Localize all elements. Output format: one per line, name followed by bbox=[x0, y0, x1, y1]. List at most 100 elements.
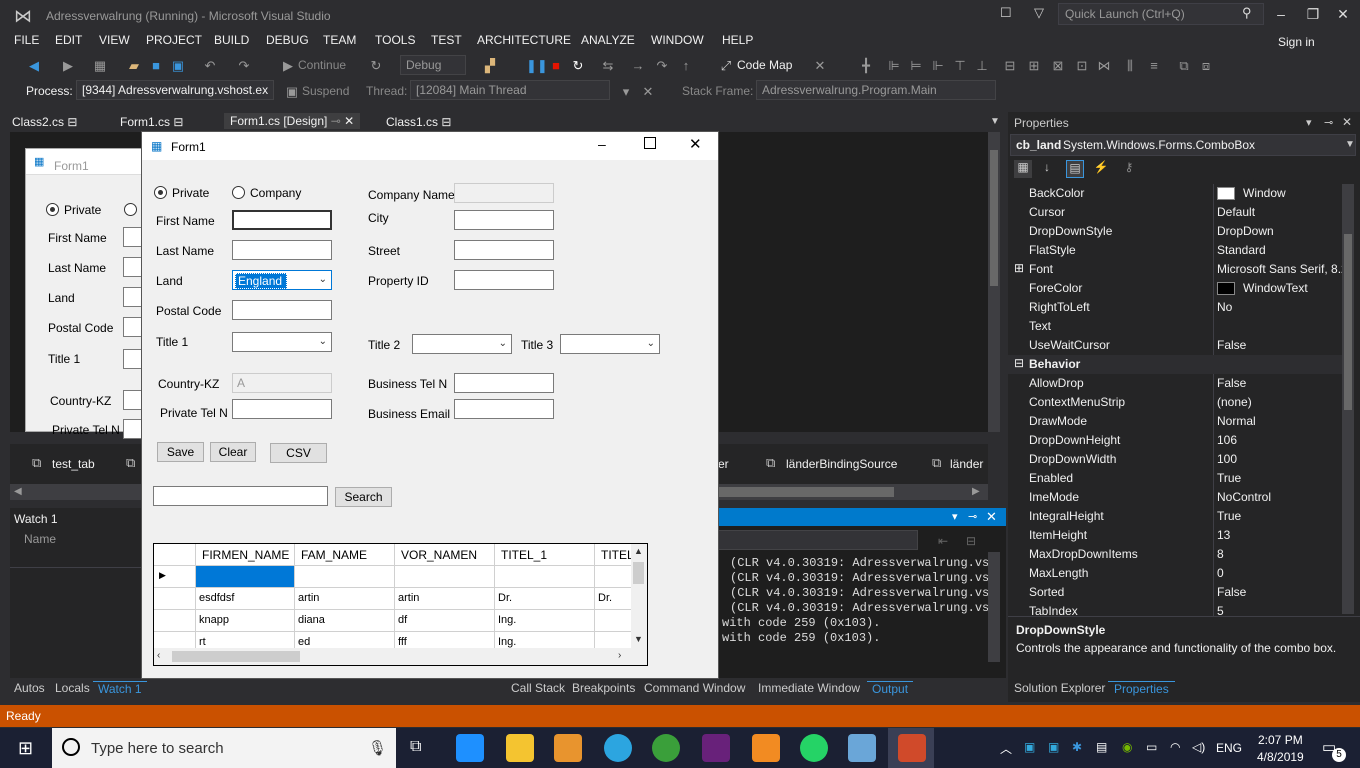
property-row[interactable]: Sorted False bbox=[1008, 583, 1346, 602]
property-value[interactable]: False bbox=[1217, 585, 1246, 599]
close-tab-icon[interactable]: ✕ bbox=[344, 114, 354, 128]
pin-icon[interactable]: ⊸ bbox=[968, 510, 977, 523]
menu-test[interactable]: TEST bbox=[431, 33, 462, 47]
properties-scroll-thumb[interactable] bbox=[1344, 234, 1352, 410]
column-header[interactable]: FAM_NAME bbox=[295, 544, 395, 566]
title2-combo[interactable]: ⌄ bbox=[412, 334, 512, 354]
column-header[interactable]: FIRMEN_NAME bbox=[196, 544, 295, 566]
suspend-button[interactable]: Suspend bbox=[302, 84, 349, 98]
output-toolbar-icon[interactable]: ⇤ bbox=[938, 534, 948, 548]
table-cell[interactable]: artin bbox=[295, 588, 395, 610]
business-tel-input[interactable] bbox=[454, 373, 554, 393]
step-over-icon[interactable]: ↷ bbox=[654, 58, 670, 74]
scroll-left-icon[interactable]: ◀ bbox=[14, 486, 22, 497]
categorized-icon[interactable]: ▦ bbox=[1014, 160, 1032, 178]
collapse-icon[interactable]: ⊟ bbox=[1014, 356, 1024, 370]
property-value[interactable]: 100 bbox=[1217, 452, 1237, 466]
output-vscrollbar[interactable] bbox=[988, 552, 1000, 662]
code-map-button[interactable]: Code Map bbox=[737, 58, 792, 72]
property-value[interactable]: DropDown bbox=[1217, 224, 1274, 238]
maximize-icon[interactable] bbox=[644, 137, 656, 149]
table-cell[interactable]: Dr. bbox=[495, 588, 595, 610]
scroll-up-icon[interactable]: ▲ bbox=[634, 546, 643, 556]
clock-time[interactable]: 2:07 PM bbox=[1258, 733, 1303, 747]
tab-immediate-window[interactable]: Immediate Window bbox=[758, 681, 860, 695]
table-cell[interactable]: artin bbox=[395, 588, 495, 610]
radio-private[interactable] bbox=[46, 203, 59, 216]
property-row[interactable]: AllowDrop False bbox=[1008, 374, 1346, 393]
last-name-input[interactable] bbox=[232, 240, 332, 260]
grid-vscrollbar[interactable] bbox=[631, 544, 647, 648]
process-dropdown[interactable]: [9344] Adressverwalrung.vshost.ex bbox=[76, 80, 274, 100]
property-row[interactable]: ForeColor WindowText bbox=[1008, 279, 1346, 298]
show-next-statement-icon[interactable]: ⇆ bbox=[600, 58, 616, 74]
table-cell[interactable]: knapp bbox=[196, 610, 295, 632]
menu-tools[interactable]: TOOLS bbox=[375, 33, 415, 47]
component-laender-binding-source[interactable]: länderBindingSource bbox=[786, 457, 897, 471]
telegram-icon[interactable] bbox=[604, 734, 632, 762]
config-dropdown[interactable]: Debug bbox=[400, 55, 466, 75]
bluetooth-icon[interactable]: ✱ bbox=[1072, 740, 1082, 754]
company-radio-label[interactable]: Company bbox=[250, 186, 301, 200]
visual-studio-app-icon[interactable] bbox=[702, 734, 730, 762]
scroll-left-icon[interactable]: ‹ bbox=[157, 650, 160, 661]
menu-edit[interactable]: EDIT bbox=[55, 33, 82, 47]
column-header[interactable]: TITEL_1 bbox=[495, 544, 595, 566]
land-combo[interactable]: England ⌄ bbox=[232, 270, 332, 290]
property-value[interactable]: WindowText bbox=[1243, 281, 1308, 295]
stop-icon[interactable]: ■ bbox=[548, 58, 564, 74]
property-row[interactable]: ImeMode NoControl bbox=[1008, 488, 1346, 507]
tab-solution-explorer[interactable]: Solution Explorer bbox=[1014, 681, 1105, 695]
property-value[interactable]: Microsoft Sans Serif, 8.2 bbox=[1217, 262, 1348, 276]
battery-icon[interactable]: ▭ bbox=[1146, 740, 1157, 754]
pin-icon[interactable]: ⊸ bbox=[1324, 116, 1333, 129]
alphabetical-icon[interactable]: ↓ bbox=[1038, 160, 1056, 178]
bring-front-icon[interactable]: ⧉ bbox=[1176, 58, 1192, 74]
menu-architecture[interactable]: ARCHITECTURE bbox=[477, 33, 571, 47]
sign-in-link[interactable]: Sign in bbox=[1278, 35, 1315, 49]
menu-analyze[interactable]: ANALYZE bbox=[581, 33, 635, 47]
search-button[interactable]: Search bbox=[335, 487, 392, 507]
table-cell[interactable] bbox=[595, 566, 633, 588]
menu-file[interactable]: FILE bbox=[14, 33, 39, 47]
table-cell[interactable]: esdfdsf bbox=[196, 588, 295, 610]
company-name-input[interactable] bbox=[454, 183, 554, 203]
column-header[interactable]: VOR_NAMEN bbox=[395, 544, 495, 566]
hscroll-thumb[interactable] bbox=[718, 487, 894, 497]
property-value[interactable]: 106 bbox=[1217, 433, 1237, 447]
row-header[interactable] bbox=[154, 588, 196, 610]
tab-autos[interactable]: Autos bbox=[14, 681, 45, 695]
property-row[interactable]: Enabled True bbox=[1008, 469, 1346, 488]
property-value[interactable]: Normal bbox=[1217, 414, 1256, 428]
property-id-input[interactable] bbox=[454, 270, 554, 290]
tray-expand-icon[interactable]: ︿ bbox=[1000, 740, 1012, 757]
save-all-icon[interactable]: ▣ bbox=[170, 58, 186, 74]
property-row[interactable]: Text bbox=[1008, 317, 1346, 336]
property-row[interactable]: RightToLeft No bbox=[1008, 298, 1346, 317]
thread-filter-icon[interactable]: ✕ bbox=[640, 84, 656, 100]
size-both-icon[interactable]: ⊠ bbox=[1050, 58, 1066, 74]
whatsapp-icon[interactable] bbox=[800, 734, 828, 762]
private-radio-label[interactable]: Private bbox=[172, 186, 209, 200]
country-kz-input[interactable]: A bbox=[232, 373, 332, 393]
menu-debug[interactable]: DEBUG bbox=[266, 33, 309, 47]
code-map-icon[interactable]: ⤢ bbox=[718, 58, 734, 74]
windows-start-icon[interactable]: ⊞ bbox=[18, 738, 33, 759]
radio-company[interactable] bbox=[124, 203, 137, 216]
chevron-down-icon[interactable]: ⌄ bbox=[319, 336, 327, 347]
table-cell[interactable] bbox=[295, 566, 395, 588]
property-row[interactable]: DropDownStyle DropDown bbox=[1008, 222, 1346, 241]
task-view-icon[interactable]: ⧉ bbox=[410, 738, 421, 756]
step-out-icon[interactable]: ↑ bbox=[678, 58, 694, 74]
menu-build[interactable]: BUILD bbox=[214, 33, 249, 47]
suspend-icon[interactable]: ▣ bbox=[284, 84, 300, 100]
scroll-thumb[interactable] bbox=[990, 150, 998, 286]
continue-button[interactable]: Continue bbox=[298, 58, 346, 72]
property-row[interactable]: FlatStyle Standard bbox=[1008, 241, 1346, 260]
chevron-down-icon[interactable]: ⌄ bbox=[647, 338, 655, 349]
property-row[interactable]: DrawMode Normal bbox=[1008, 412, 1346, 431]
row-indicator-icon[interactable]: ▶ bbox=[154, 566, 196, 588]
menu-view[interactable]: VIEW bbox=[99, 33, 130, 47]
close-icon[interactable]: ✕ bbox=[1332, 4, 1354, 24]
chevron-down-icon[interactable]: ⌄ bbox=[499, 338, 507, 349]
